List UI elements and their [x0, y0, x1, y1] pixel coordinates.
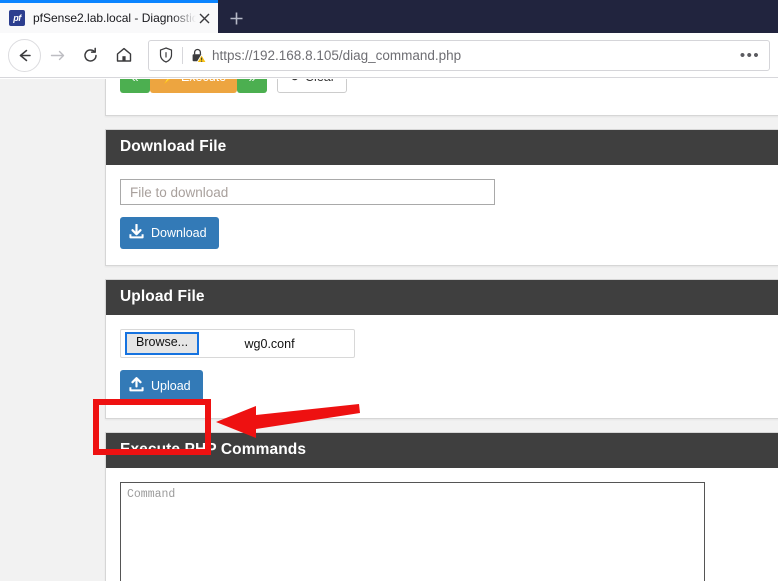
selected-file-name: wg0.conf	[244, 336, 295, 351]
previous-command-button[interactable]: «	[120, 79, 150, 93]
content-column: « ⚡ Execute » ↻ Clear Download File	[105, 79, 778, 581]
php-command-textarea[interactable]	[120, 482, 705, 581]
annotation-arrow	[210, 401, 362, 443]
address-bar-divider	[182, 46, 183, 64]
upload-icon	[129, 377, 144, 395]
tab-title: pfSense2.lab.local - Diagnostics	[33, 11, 196, 25]
lock-warning-icon[interactable]	[188, 45, 208, 65]
pfsense-logo-icon: pf	[9, 10, 25, 26]
url-text: https://192.168.8.105/diag_command.php	[212, 47, 462, 63]
close-icon[interactable]	[196, 10, 212, 26]
command-button-row: « ⚡ Execute » ↻ Clear	[120, 79, 347, 93]
download-icon	[129, 223, 144, 242]
browse-button[interactable]: Browse...	[124, 332, 200, 355]
download-file-body: Download	[106, 165, 778, 265]
execute-button[interactable]: ⚡ Execute	[150, 79, 238, 93]
forward-arrow-icon[interactable]	[41, 39, 74, 72]
shield-icon[interactable]	[155, 45, 177, 65]
address-bar[interactable]: https://192.168.8.105/diag_command.php •…	[148, 39, 770, 71]
reload-icon[interactable]	[74, 39, 107, 72]
download-file-panel: Download File Downloa	[105, 129, 778, 266]
favicon-label: pf	[13, 12, 21, 23]
download-button-row: Download	[120, 217, 778, 249]
execute-button-label: Execute	[181, 79, 226, 84]
execute-shell-command-panel: « ⚡ Execute » ↻ Clear	[105, 79, 778, 116]
tab-strip: pf pfSense2.lab.local - Diagnostics	[0, 0, 778, 33]
page-actions-menu-icon[interactable]: •••	[735, 41, 765, 69]
upload-file-title: Upload File	[106, 280, 778, 315]
clear-button-label: Clear	[305, 79, 335, 84]
download-button[interactable]: Download	[120, 217, 219, 249]
browser-tab-pfsense[interactable]: pf pfSense2.lab.local - Diagnostics	[0, 3, 218, 33]
new-tab-button[interactable]	[218, 3, 254, 33]
upload-button-label: Upload	[151, 379, 191, 393]
download-button-label: Download	[151, 226, 207, 240]
bolt-icon: ⚡	[161, 79, 176, 84]
upload-button-row: Upload	[120, 370, 778, 402]
annotation-highlight-box	[93, 399, 211, 455]
page-viewport: « ⚡ Execute » ↻ Clear Download File	[0, 79, 778, 581]
upload-button[interactable]: Upload	[120, 370, 203, 402]
upload-file-panel: Upload File Browse... wg0.conf Upload	[105, 279, 778, 419]
back-arrow-icon[interactable]	[8, 38, 41, 72]
undo-icon: ↻	[289, 79, 300, 85]
clear-button[interactable]: ↻ Clear	[277, 79, 347, 93]
home-icon[interactable]	[107, 39, 140, 72]
download-file-title: Download File	[106, 130, 778, 165]
navigation-toolbar: https://192.168.8.105/diag_command.php •…	[0, 33, 778, 78]
browser-window: pf pfSense2.lab.local - Diagnostics http…	[0, 0, 778, 581]
upload-file-input[interactable]: Browse... wg0.conf	[120, 329, 355, 358]
next-command-button[interactable]: »	[237, 79, 268, 93]
execute-php-commands-body	[106, 468, 778, 581]
download-file-input[interactable]	[120, 179, 495, 205]
